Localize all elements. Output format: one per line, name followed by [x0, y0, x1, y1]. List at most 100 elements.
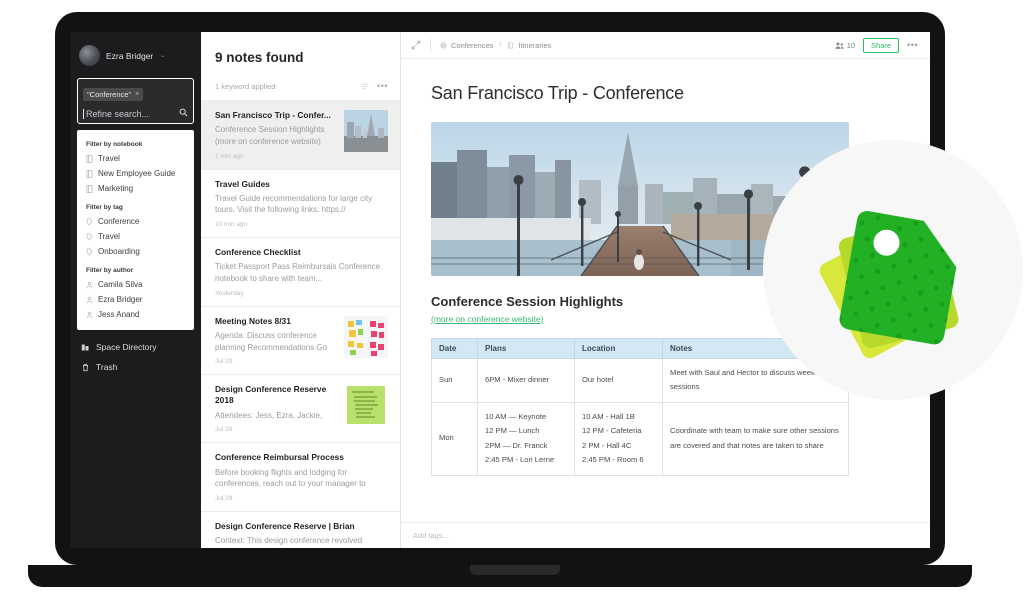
add-tags-input[interactable]: Add tags... [413, 531, 449, 540]
breadcrumb-item-conferences[interactable]: Conferences [451, 41, 494, 50]
notebook-icon [86, 184, 93, 193]
close-icon[interactable]: × [135, 91, 139, 98]
tag-icon [86, 248, 93, 256]
filter-group-tag: Filter by tag Conference Travel Onboardi… [77, 196, 194, 259]
note-date: 1 min ago [215, 152, 244, 160]
cell-plans: 6PM - Mixer dinner [477, 358, 575, 403]
table-row[interactable]: Mon 10 AM — Keynote 12 PM — Lunch 2PM — … [431, 401, 849, 476]
filter-panel: Filter by notebook Travel New Employee G… [77, 130, 194, 330]
cell-date: Sun [431, 358, 478, 403]
list-item[interactable]: Conference Reimbursal Process Before boo… [201, 442, 400, 511]
note-date: Jul 29 [215, 358, 233, 366]
directory-icon [81, 344, 89, 350]
breadcrumb-separator: / [499, 41, 502, 49]
note-snippet: Attendees: Jess, Ezra, Jackie, [215, 410, 323, 420]
filter-title: Filter by author [86, 267, 134, 274]
location-line: 10 AM - Hall 1B [582, 411, 635, 421]
note-list-panel: 9 notes found 1 keyword applied ••• San … [201, 32, 401, 548]
list-item[interactable]: Design Conference Reserve 2018 Attendees… [201, 374, 400, 442]
note-snippet: Conference Session Highlights (more on c… [215, 125, 325, 146]
notebook-icon [86, 154, 93, 163]
person-icon [86, 296, 93, 303]
list-item[interactable]: San Francisco Trip - Confer... Conferenc… [201, 100, 400, 169]
plan-line: 2:45 PM - Lori Lerne [485, 455, 555, 465]
list-item[interactable]: Conference Checklist Ticket Passport Pas… [201, 237, 400, 306]
cell-date: Mon [431, 401, 478, 476]
plan-line: 12 PM — Lunch [485, 426, 540, 436]
sidebar-item-trash[interactable]: Trash [70, 357, 201, 377]
list-item[interactable]: Meeting Notes 8/31 Agenda: Discuss confe… [201, 305, 400, 375]
more-options-icon[interactable]: ••• [907, 40, 918, 50]
keyword-applied-label: 1 keyword applied [215, 81, 276, 91]
cell-notes: Coordinate with team to make sure other … [662, 401, 849, 476]
note-thumbnail [344, 110, 388, 152]
note-title: Conference Checklist [215, 247, 301, 258]
filter-item-camila-silva[interactable]: Camila Silva [77, 277, 194, 292]
note-snippet: Context: This design conference revolved [215, 536, 363, 546]
sidebar-item-space-directory[interactable]: Space Directory [70, 337, 201, 357]
collaborator-count-value: 10 [846, 40, 856, 50]
filter-item-new-employee-guide[interactable]: New Employee Guide [77, 166, 194, 181]
note-title: Design Conference Reserve | Brian [215, 520, 355, 531]
conference-website-link[interactable]: (more on conference website) [431, 314, 543, 324]
trash-icon [82, 363, 89, 371]
laptop-notch [470, 565, 560, 575]
page-title: San Francisco Trip - Conference [431, 83, 684, 103]
search-chip[interactable]: "Conference" × [83, 88, 144, 101]
person-icon [86, 311, 93, 318]
filter-item-ezra-bridger[interactable]: Ezra Bridger [77, 292, 194, 307]
user-menu[interactable]: Ezra Bridger ⌄ [70, 32, 201, 76]
note-thumbnail [344, 315, 388, 358]
notebook-icon [508, 42, 514, 48]
note-title: Design Conference Reserve 2018 [215, 384, 327, 406]
search-box[interactable]: "Conference" × Refine search... [77, 78, 194, 124]
location-line: Our hotel [582, 375, 614, 385]
collaborator-count[interactable]: 10 [835, 41, 855, 50]
tags-badge [763, 140, 1023, 400]
column-header-plans: Plans [477, 338, 575, 359]
filter-item-label: Ezra Bridger [98, 295, 143, 304]
list-item[interactable]: Travel Guides Travel Guide recommendatio… [201, 168, 400, 238]
expand-icon[interactable] [411, 40, 421, 50]
search-input[interactable]: Refine search... [83, 108, 149, 119]
filter-item-jess-anand[interactable]: Jess Anand [77, 307, 194, 322]
filter-group-author: Filter by author Camila Silva Ezra Bridg… [77, 259, 194, 322]
filter-title: Filter by tag [86, 204, 123, 211]
filter-group-notebook: Filter by notebook Travel New Employee G… [77, 137, 194, 196]
list-item[interactable]: Design Conference Reserve | Brian Contex… [201, 510, 400, 548]
note-snippet: Before booking flights and lodging for c… [215, 467, 366, 489]
note-snippet: Ticket Passport Pass Reimbursals Confere… [215, 262, 381, 283]
cell-location: 10 AM - Hall 1B 12 PM - Cafeteria 2 PM -… [574, 401, 663, 476]
filter-item-marketing[interactable]: Marketing [77, 181, 194, 196]
filter-item-conference[interactable]: Conference [77, 214, 194, 229]
share-button[interactable]: Share [863, 37, 900, 53]
search-chip-label: "Conference" [87, 90, 132, 99]
globe-icon [440, 41, 447, 49]
tag-icon [86, 218, 93, 226]
note-thumbnail [344, 384, 388, 427]
notebook-icon [86, 169, 93, 178]
note-date: Jul 29 [215, 426, 233, 434]
note-snippet: Agenda: Discuss conference planning Reco… [215, 330, 328, 352]
note-date: 10 min ago [215, 221, 248, 229]
note-date: Jul 29 [215, 494, 233, 502]
more-icon[interactable]: ••• [377, 81, 388, 91]
chevron-down-icon: ⌄ [160, 53, 166, 59]
keyword-bar: 1 keyword applied ••• [201, 65, 400, 100]
notes-found-count: 9 notes found [215, 50, 304, 65]
tag-bar[interactable]: Add tags... [401, 522, 930, 548]
sidebar-item-label: Trash [96, 362, 118, 372]
person-icon [86, 281, 93, 288]
toolbar-divider [430, 39, 431, 51]
search-icon[interactable] [179, 108, 188, 119]
column-header-location: Location [574, 338, 663, 359]
note-title: Conference Reimbursal Process [215, 452, 344, 463]
sort-icon[interactable] [361, 82, 370, 91]
filter-item-tag-travel[interactable]: Travel [77, 229, 194, 244]
filter-item-onboarding[interactable]: Onboarding [77, 244, 194, 259]
filter-item-travel[interactable]: Travel [77, 151, 194, 166]
breadcrumb-item-itineraries[interactable]: Itineraries [518, 41, 551, 50]
filter-item-label: Travel [98, 232, 120, 241]
location-line: 2 PM - Hall 4C [582, 440, 632, 450]
filter-item-label: Camila Silva [98, 280, 143, 289]
